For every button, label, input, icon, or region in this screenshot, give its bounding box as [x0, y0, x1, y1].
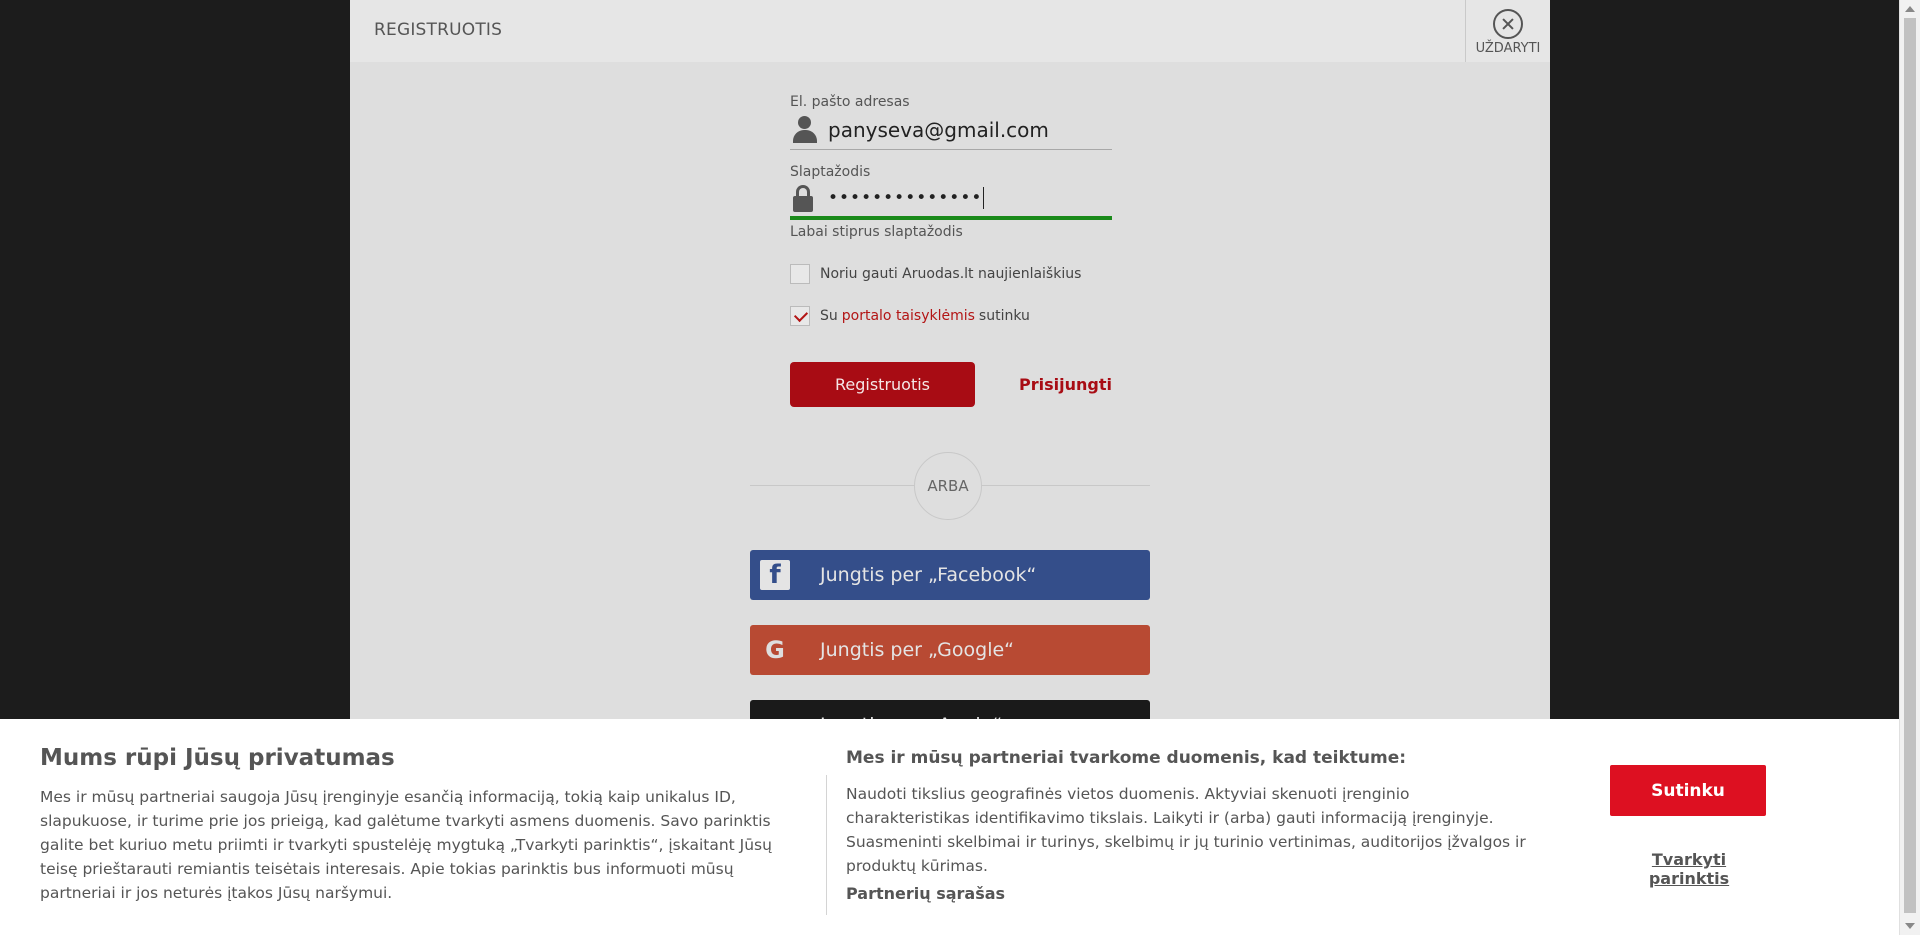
email-value[interactable]: panyseva@gmail.com — [828, 118, 1049, 142]
lock-icon — [790, 183, 820, 213]
password-label: Slaptažodis — [790, 164, 871, 180]
modal-title: REGISTRUOTIS — [374, 20, 503, 40]
email-field[interactable]: panyseva@gmail.com — [790, 110, 1112, 150]
cookie-purposes-text: Naudoti tikslius geografinės vietos duom… — [846, 785, 1526, 875]
facebook-icon: f — [760, 560, 790, 590]
cookie-title: Mums rūpi Jūsų privatumas — [40, 745, 395, 771]
close-button[interactable]: UŽDARYTI — [1465, 0, 1550, 62]
cookie-text: Mes ir mūsų partneriai saugoja Jūsų įren… — [40, 788, 772, 902]
facebook-login-button[interactable]: f Jungtis per „Facebook“ — [750, 550, 1150, 600]
facebook-label: Jungtis per „Facebook“ — [820, 564, 1037, 586]
register-form: El. pašto adresas panyseva@gmail.com Sla… — [790, 94, 1112, 407]
login-link[interactable]: Prisijungti — [1019, 375, 1112, 394]
cookie-banner: Mums rūpi Jūsų privatumas Mes ir mūsų pa… — [0, 719, 1899, 935]
cookie-separator — [826, 775, 827, 915]
google-label: Jungtis per „Google“ — [820, 639, 1015, 661]
cookie-purposes: Mes ir mūsų partneriai tvarkome duomenis… — [846, 748, 1526, 903]
newsletter-checkbox[interactable] — [790, 264, 810, 284]
google-icon: G — [765, 636, 785, 664]
scroll-up-arrow-icon[interactable] — [1905, 6, 1915, 12]
password-value[interactable]: •••••••••••••• — [828, 188, 982, 208]
manage-options-link[interactable]: Tvarkyti parinktis — [1614, 850, 1764, 888]
form-actions: Registruotis Prisijungti — [790, 362, 1112, 407]
terms-prefix: Su — [820, 308, 838, 324]
modal-header: REGISTRUOTIS UŽDARYTI — [350, 0, 1550, 62]
newsletter-option[interactable]: Noriu gauti Aruodas.lt naujienlaiškius — [790, 262, 1112, 286]
terms-option[interactable]: Su portalo taisyklėmis sutinku — [790, 304, 1112, 328]
cookie-subtitle: Mes ir mūsų partneriai tvarkome duomenis… — [846, 748, 1407, 768]
close-icon — [1493, 9, 1523, 39]
or-label: ARBA — [914, 452, 982, 520]
close-label: UŽDARYTI — [1475, 41, 1541, 56]
register-button[interactable]: Registruotis — [790, 362, 976, 407]
email-label: El. pašto adresas — [790, 94, 910, 110]
text-caret — [983, 187, 985, 209]
user-icon — [790, 115, 820, 145]
newsletter-label: Noriu gauti Aruodas.lt naujienlaiškius — [820, 266, 1082, 282]
scrollbar[interactable] — [1899, 0, 1920, 935]
google-login-button[interactable]: G Jungtis per „Google“ — [750, 625, 1150, 675]
terms-link[interactable]: portalo taisyklėmis — [842, 308, 975, 324]
cookie-info: Mums rūpi Jūsų privatumas Mes ir mūsų pa… — [40, 745, 790, 905]
scroll-thumb[interactable] — [1904, 18, 1916, 913]
password-strength: Labai stiprus slaptažodis — [790, 224, 963, 240]
terms-checkbox[interactable] — [790, 306, 810, 326]
agree-button[interactable]: Sutinku — [1610, 765, 1766, 816]
scroll-down-arrow-icon[interactable] — [1905, 923, 1915, 929]
terms-suffix: sutinku — [978, 308, 1030, 324]
password-field[interactable]: •••••••••••••• — [790, 180, 1112, 220]
partners-list-link[interactable]: Partnerių sąrašas — [846, 884, 1526, 903]
